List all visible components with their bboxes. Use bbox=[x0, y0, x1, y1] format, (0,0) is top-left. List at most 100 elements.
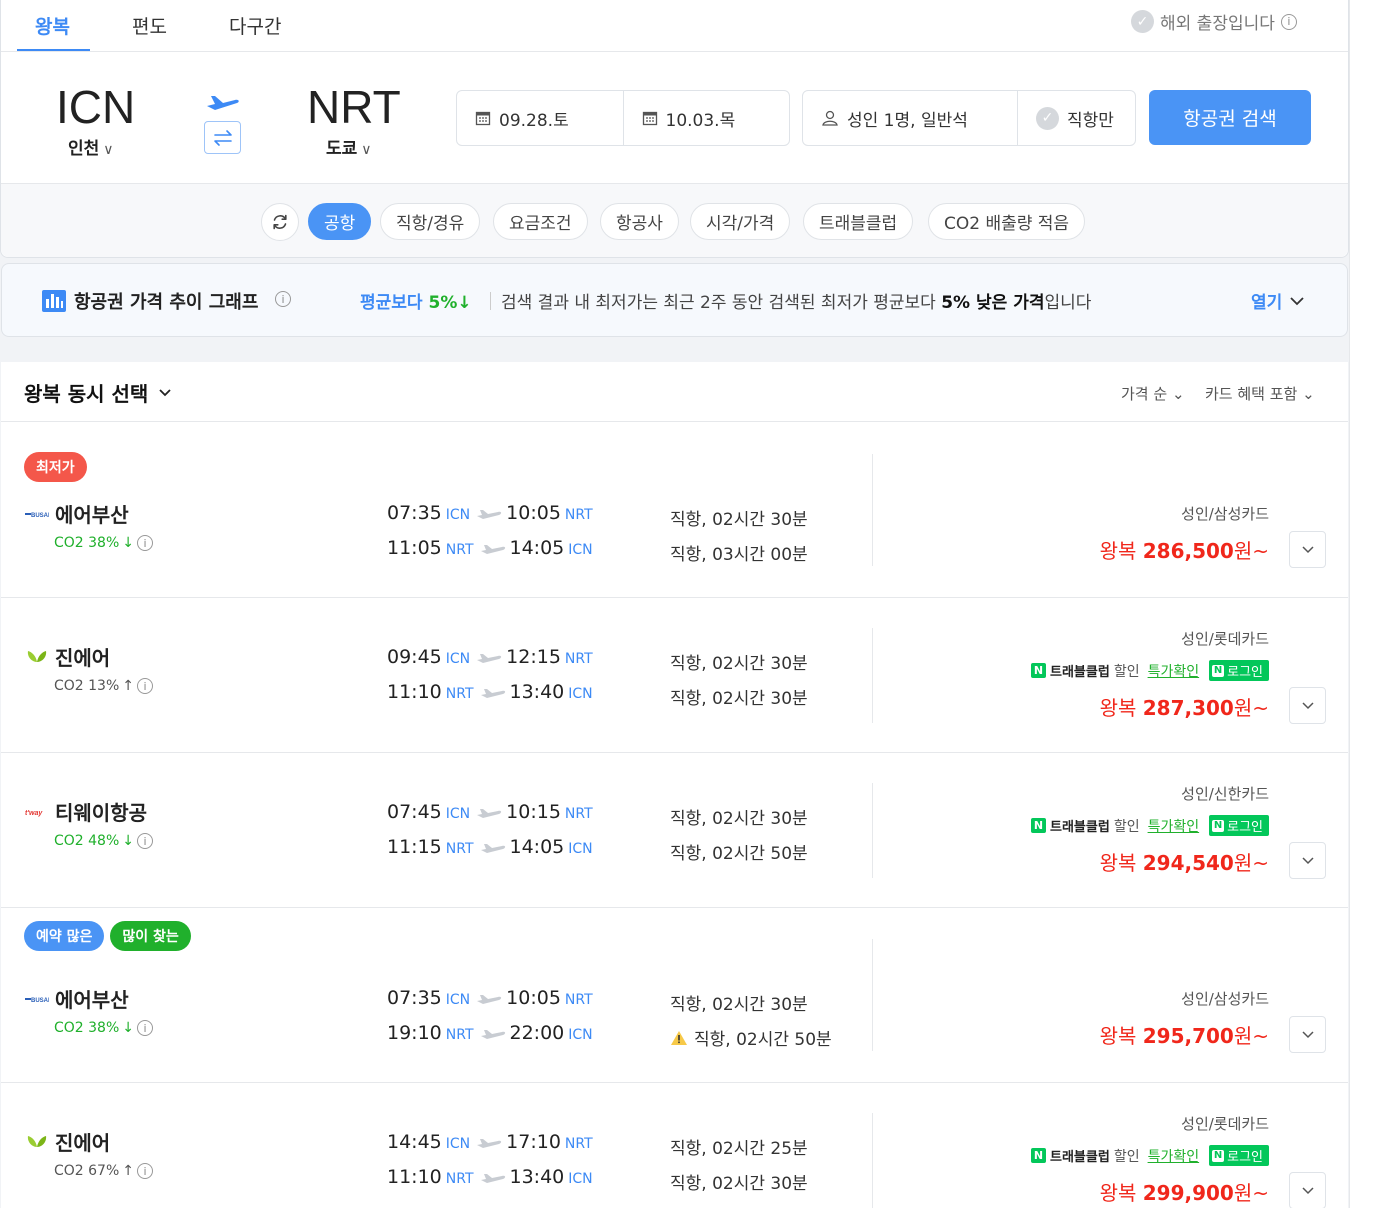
price-suffix: 원~ bbox=[1233, 1024, 1269, 1048]
co2-label: CO2 38% bbox=[54, 1020, 120, 1036]
plane-small-icon bbox=[480, 844, 505, 853]
filter-chip-stops[interactable]: 직항/경유 bbox=[380, 203, 481, 240]
swap-icon bbox=[213, 129, 232, 146]
price-prefix: 왕복 bbox=[1099, 696, 1137, 720]
info-icon[interactable]: i bbox=[137, 1163, 154, 1179]
info-icon[interactable]: i bbox=[137, 1020, 154, 1036]
price-suffix: 원~ bbox=[1233, 539, 1269, 563]
outbound-leg: 14:45 ICN 17:10 NRT bbox=[387, 1131, 593, 1153]
depart-airport: NRT bbox=[445, 542, 474, 558]
expand-details-button[interactable] bbox=[1289, 531, 1326, 568]
expand-details-button[interactable] bbox=[1289, 1016, 1326, 1053]
arrow-down-icon: ↓ bbox=[122, 833, 135, 849]
chevron-down-icon: ∨ bbox=[361, 142, 372, 158]
reset-filters-button[interactable] bbox=[261, 203, 299, 241]
chevron-down-icon bbox=[159, 388, 171, 396]
filter-chip-airline[interactable]: 항공사 bbox=[600, 203, 679, 240]
filter-chip-fare-conditions[interactable]: 요금조건 bbox=[493, 203, 588, 240]
destination-code[interactable]: NRT bbox=[307, 80, 401, 134]
arrow-up-icon: ↑ bbox=[122, 1163, 135, 1179]
card-benefit-label: 카드 혜택 포함 bbox=[1205, 385, 1298, 403]
destination-city-select[interactable]: 도쿄 ∨ bbox=[326, 134, 372, 159]
co2-label: CO2 48% bbox=[54, 833, 120, 849]
search-flights-button[interactable]: 항공권 검색 bbox=[1149, 90, 1311, 145]
trend-message-suffix: 입니다 bbox=[1044, 293, 1092, 313]
co2-indicator: CO2 38% ↓ i bbox=[54, 535, 154, 551]
origin-code[interactable]: ICN bbox=[56, 80, 135, 134]
filter-chip-co2[interactable]: CO2 배출량 적음 bbox=[928, 203, 1086, 240]
airline-name: BUSAN 에어부산 bbox=[25, 984, 129, 1013]
info-icon[interactable]: i bbox=[137, 833, 154, 849]
filter-chip-airport[interactable]: 공항 bbox=[308, 203, 372, 240]
swap-airports-button[interactable] bbox=[204, 121, 241, 154]
tab-multicity[interactable]: 다구간 bbox=[229, 12, 281, 39]
business-trip-toggle[interactable]: ✓ 해외 출장입니다 i bbox=[1131, 9, 1297, 34]
result-badge: 예약 많은 bbox=[24, 921, 105, 951]
chevron-down-icon bbox=[1301, 1186, 1314, 1194]
naver-login-button[interactable]: N 로그인 bbox=[1209, 1145, 1269, 1166]
return-leg: 11:10 NRT 13:40 ICN bbox=[387, 1166, 593, 1188]
page-scrollbar[interactable] bbox=[1349, 0, 1383, 1208]
flight-result-row[interactable]: 최저가 BUSAN 에어부산 CO2 38%↓i 07:35ICN 10:05N… bbox=[1, 423, 1348, 598]
direct-only-toggle[interactable]: ✓ 직항만 bbox=[1017, 91, 1135, 145]
airbusan-logo: BUSAN bbox=[25, 991, 49, 1007]
airline-label: 진에어 bbox=[55, 1131, 111, 1155]
airline-name: 진에어 bbox=[25, 642, 110, 671]
depart-airport: NRT bbox=[445, 686, 474, 702]
depart-time: 19:10 bbox=[387, 1022, 442, 1044]
card-type-label: 성인/롯데카드 bbox=[1181, 1115, 1269, 1133]
price: 왕복 294,540원~ bbox=[1100, 847, 1269, 876]
price-value: 286,500 bbox=[1142, 539, 1234, 563]
info-icon[interactable]: i bbox=[1280, 13, 1297, 30]
passenger-field[interactable]: 성인 1명, 일반석 bbox=[803, 91, 1017, 145]
info-icon[interactable]: i bbox=[137, 535, 154, 551]
svg-text:BUSAN: BUSAN bbox=[31, 513, 49, 519]
tway-logo: t'way bbox=[25, 804, 49, 820]
depart-time: 07:35 bbox=[387, 502, 442, 524]
return-date-field[interactable]: 10.03.목 bbox=[622, 91, 790, 145]
flight-result-row[interactable]: t'way 티웨이항공 CO2 48% ↓ i 07:45 ICN 10:15 NRT … bbox=[1, 753, 1348, 908]
origin-city-select[interactable]: 인천 ∨ bbox=[68, 134, 114, 159]
outbound-duration: 직항, 02시간 25분 bbox=[670, 1134, 808, 1159]
expand-details-button[interactable] bbox=[1289, 1172, 1326, 1208]
special-price-link[interactable]: 특가확인 bbox=[1148, 661, 1200, 681]
flight-result-row[interactable]: 진에어 CO2 13% ↑ i 09:45 ICN 12:15 NRT 11:10 NRT… bbox=[1, 598, 1348, 753]
arrive-airport: ICN bbox=[568, 542, 593, 558]
info-icon[interactable]: i bbox=[137, 678, 154, 694]
select-mode-dropdown[interactable]: 왕복 동시 선택 bbox=[24, 378, 172, 407]
co2-label: CO2 13% bbox=[54, 678, 120, 694]
naver-login-button[interactable]: N 로그인 bbox=[1209, 660, 1269, 681]
bar-chart-icon bbox=[42, 290, 66, 312]
info-icon[interactable]: i bbox=[275, 291, 291, 307]
special-price-link[interactable]: 특가확인 bbox=[1148, 816, 1200, 836]
card-type-label: 성인/신한카드 bbox=[1181, 785, 1269, 803]
tab-oneway[interactable]: 편도 bbox=[132, 12, 167, 39]
arrow-down-icon: ↓ bbox=[457, 293, 472, 313]
price-prefix: 왕복 bbox=[1099, 1181, 1137, 1205]
travel-club-label: 트래블클럽 bbox=[1050, 665, 1110, 680]
duration-label: 직항, 02시간 50분 bbox=[670, 844, 808, 864]
card-benefit-dropdown[interactable]: 카드 혜택 포함 ⌄ bbox=[1205, 383, 1315, 404]
tab-roundtrip[interactable]: 왕복 bbox=[35, 12, 70, 39]
co2-label: CO2 38% bbox=[54, 535, 120, 551]
depart-date-field[interactable]: 09.28.토 bbox=[457, 91, 623, 145]
expand-details-button[interactable] bbox=[1289, 687, 1326, 724]
airline-label: 티웨이항공 bbox=[55, 801, 147, 825]
filter-chip-travel-club[interactable]: 트래블클럽 bbox=[803, 203, 914, 240]
special-price-link[interactable]: 특가확인 bbox=[1148, 1146, 1200, 1166]
flight-result-row[interactable]: 예약 많은많이 찾는 BUSAN 에어부산 CO2 38%↓i 07:35ICN… bbox=[1, 908, 1348, 1083]
expand-details-button[interactable] bbox=[1289, 842, 1326, 879]
co2-indicator: CO2 38% ↓ i bbox=[54, 1020, 154, 1036]
arrive-time: 17:10 bbox=[506, 1131, 561, 1153]
trend-open-button[interactable]: 열기 bbox=[1251, 288, 1304, 313]
naver-login-button[interactable]: N 로그인 bbox=[1209, 815, 1269, 836]
depart-airport: ICN bbox=[445, 806, 471, 822]
price-trend-banner[interactable]: 항공권 가격 추이 그래프 i 평균보다 5%↓ 검색 결과 내 최저가는 최근… bbox=[1, 263, 1348, 337]
filter-chip-time-price[interactable]: 시각/가격 bbox=[690, 203, 791, 240]
depart-time: 11:10 bbox=[387, 1166, 442, 1188]
return-duration: 직항, 02시간 50분 bbox=[670, 839, 808, 864]
return-leg: 11:10 NRT 13:40 ICN bbox=[387, 681, 593, 703]
sort-label: 가격 순 bbox=[1121, 385, 1168, 403]
flight-result-row[interactable]: 진에어 CO2 67% ↑ i 14:45 ICN 17:10 NRT 11:10 NRT… bbox=[1, 1083, 1348, 1208]
sort-dropdown[interactable]: 가격 순 ⌄ bbox=[1121, 383, 1185, 404]
